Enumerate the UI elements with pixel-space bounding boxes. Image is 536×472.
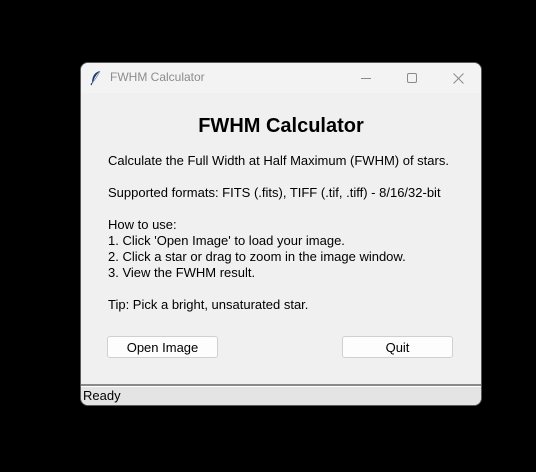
app-window: FWHM Calculator FWHM Calculator Calculat… bbox=[81, 63, 481, 405]
tip-text: Tip: Pick a bright, unsaturated star. bbox=[108, 297, 309, 312]
close-button[interactable] bbox=[435, 63, 481, 93]
window-title: FWHM Calculator bbox=[110, 70, 205, 84]
step-1-text: 1. Click 'Open Image' to load your image… bbox=[108, 233, 345, 248]
title-bar[interactable]: FWHM Calculator bbox=[81, 63, 481, 93]
minimize-button[interactable] bbox=[343, 63, 389, 93]
open-image-button[interactable]: Open Image bbox=[107, 336, 218, 358]
how-to-use-title: How to use: bbox=[108, 217, 177, 232]
supported-formats-text: Supported formats: FITS (.fits), TIFF (.… bbox=[108, 185, 441, 200]
feather-icon bbox=[89, 70, 103, 86]
status-text: Ready bbox=[83, 388, 121, 403]
maximize-button[interactable] bbox=[389, 63, 435, 93]
step-2-text: 2. Click a star or drag to zoom in the i… bbox=[108, 249, 406, 264]
step-3-text: 3. View the FWHM result. bbox=[108, 265, 256, 280]
page-title: FWHM Calculator bbox=[198, 115, 364, 137]
maximize-icon bbox=[406, 72, 418, 84]
close-icon bbox=[452, 72, 464, 84]
quit-button[interactable]: Quit bbox=[342, 336, 453, 358]
minimize-icon bbox=[360, 73, 372, 84]
description-text: Calculate the Full Width at Half Maximum… bbox=[108, 153, 449, 168]
status-bar: Ready bbox=[81, 387, 481, 405]
